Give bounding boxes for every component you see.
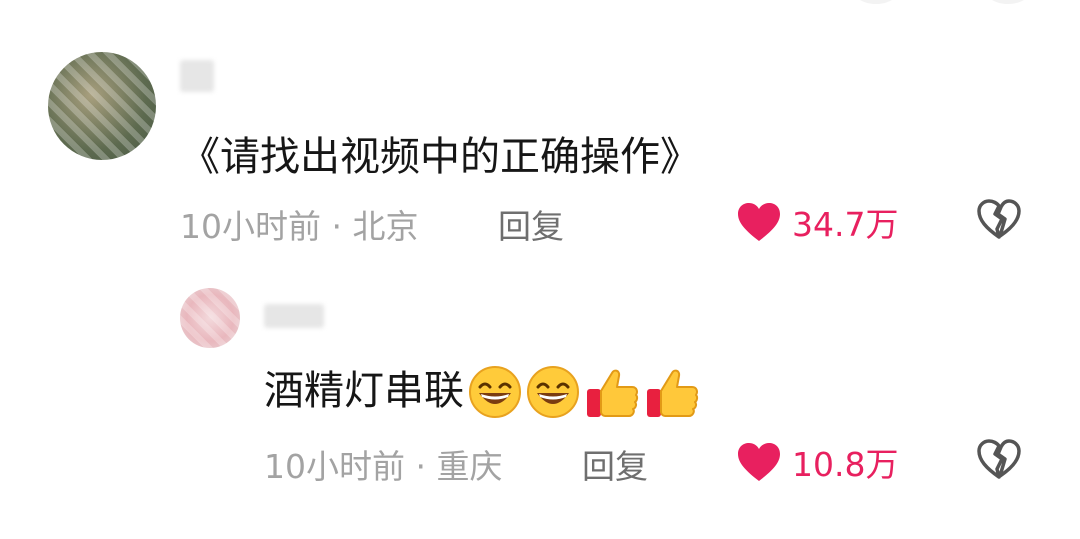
- avatar[interactable]: [48, 52, 156, 160]
- grin-emoji: [469, 366, 521, 418]
- partial-button-top-left: [848, 0, 904, 4]
- separator: ·: [415, 447, 427, 486]
- location: 重庆: [436, 447, 503, 486]
- like-button[interactable]: 10.8万: [736, 438, 898, 486]
- comment-text-body: 酒精灯串联: [264, 368, 464, 414]
- comment-text: 酒精灯串联: [264, 358, 700, 421]
- broken-heart-icon: [977, 439, 1021, 479]
- timestamp: 10小时前: [180, 207, 321, 246]
- like-button[interactable]: 34.7万: [736, 198, 898, 246]
- separator: ·: [331, 207, 343, 246]
- dislike-button[interactable]: [976, 198, 1022, 244]
- grin-emoji: [527, 366, 579, 418]
- heart-icon: [738, 443, 780, 481]
- comment-meta: 10小时前 · 重庆: [264, 440, 503, 488]
- heart-icon: [738, 203, 780, 241]
- like-count: 34.7万: [792, 205, 899, 244]
- avatar[interactable]: [180, 288, 240, 348]
- comment-text: 《请找出视频中的正确操作》: [180, 134, 700, 180]
- emoji-group: [468, 365, 700, 421]
- dislike-button[interactable]: [976, 438, 1022, 484]
- comment-meta: 10小时前 · 北京: [180, 200, 419, 248]
- location: 北京: [352, 207, 419, 246]
- thumbs-up-emoji: [647, 369, 699, 417]
- thumbs-up-emoji: [587, 369, 639, 417]
- username[interactable]: [180, 60, 214, 92]
- timestamp: 10小时前: [264, 447, 405, 486]
- reply-button[interactable]: 回复: [582, 440, 648, 488]
- username[interactable]: [264, 304, 324, 328]
- broken-heart-icon: [977, 199, 1021, 239]
- like-count: 10.8万: [792, 445, 899, 484]
- reply-button[interactable]: 回复: [498, 200, 564, 248]
- partial-button-top-right: [980, 0, 1036, 4]
